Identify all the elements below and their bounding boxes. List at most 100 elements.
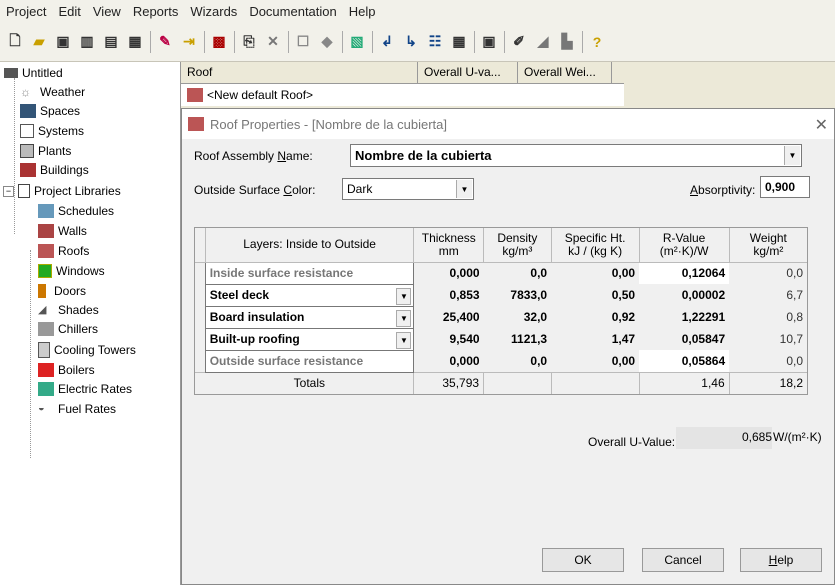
chevron-down-icon[interactable]: ▼ — [396, 331, 412, 349]
tree-item-spaces[interactable]: Spaces — [20, 104, 80, 118]
help-question-icon[interactable]: ? — [588, 33, 606, 51]
wizard-icon[interactable]: ✎ — [156, 33, 174, 51]
r-value-cell[interactable]: 0,05864 — [639, 350, 730, 372]
menu-reports[interactable]: Reports — [127, 4, 185, 19]
weight-cell: 0,8 — [786, 310, 803, 324]
fuel-rates-icon: ◒ — [38, 402, 45, 414]
list-header: Roof Overall U-va... Overall Wei... — [181, 62, 624, 84]
dialog-title: Roof Properties - [Nombre de la cubierta… — [210, 116, 447, 132]
delete-icon[interactable]: ✕ — [264, 33, 282, 51]
properties-icon[interactable]: ☐ — [294, 33, 312, 51]
save-icon[interactable]: ▣ — [54, 33, 72, 51]
layer-select[interactable]: Steel deck ▼ — [204, 283, 415, 307]
menu-view[interactable]: View — [87, 4, 127, 19]
new-file-icon[interactable]: 🗋 — [6, 32, 24, 51]
toolbar-separator — [372, 30, 373, 53]
tree-item-weather[interactable]: ☼ Weather — [20, 85, 85, 99]
density-cell: 1121,3 — [511, 332, 548, 346]
assembly-name-combo[interactable]: Nombre de la cubierta ▼ — [350, 144, 802, 167]
tree-root[interactable]: Untitled — [4, 66, 63, 80]
thickness-cell[interactable]: 0,853 — [414, 284, 484, 306]
edit-report-icon[interactable]: ✐ — [510, 33, 528, 51]
diamond-icon[interactable]: ◆ — [318, 33, 336, 51]
print-icon[interactable]: ▤ — [102, 33, 120, 51]
surface-color-select[interactable]: Dark ▼ — [342, 178, 474, 200]
column-header-weight[interactable]: Overall Wei... — [518, 62, 612, 83]
save-all-icon[interactable]: ▦ — [126, 33, 144, 51]
dialog-titlebar: Roof Properties - [Nombre de la cubierta… — [182, 109, 834, 139]
column-header-roof[interactable]: Roof — [181, 62, 418, 83]
toolbar-separator — [474, 30, 475, 53]
tree-item-buildings[interactable]: Buildings — [20, 163, 89, 177]
import-icon[interactable]: ⇥ — [180, 33, 198, 51]
tree-item-label: Roofs — [58, 244, 90, 258]
spaces-wizard-icon[interactable]: ▧ — [348, 33, 366, 51]
absorptivity-input[interactable]: 0,900 — [760, 176, 810, 198]
layer-select[interactable]: Board insulation ▼ — [204, 305, 415, 329]
tree-lib-doors[interactable]: Doors — [38, 284, 86, 298]
menu-documentation[interactable]: Documentation — [243, 4, 342, 19]
overall-u-value: 0,685 — [676, 427, 772, 449]
menu-wizards[interactable]: Wizards — [184, 4, 243, 19]
layer-name: Built-up roofing — [209, 332, 300, 346]
close-icon[interactable]: ✕ — [815, 115, 828, 135]
tree-root-label: Untitled — [22, 66, 63, 80]
tree-lib-fuel-rates[interactable]: ◒ Fuel Rates — [38, 402, 116, 416]
open-folder-icon[interactable]: ▰ — [30, 33, 48, 51]
layer-select[interactable]: Built-up roofing ▼ — [204, 327, 415, 351]
tree-item-label: Walls — [58, 224, 87, 238]
chevron-down-icon[interactable]: ▼ — [396, 287, 412, 305]
chart-icon[interactable]: ◢ — [534, 33, 552, 51]
tree-lib-chillers[interactable]: Chillers — [38, 322, 98, 336]
bar-chart-icon[interactable]: ▙ — [558, 33, 576, 51]
library-icon[interactable]: ▥ — [78, 33, 96, 51]
thickness-cell[interactable]: 25,400 — [414, 306, 484, 328]
tree-item-label: Windows — [56, 264, 105, 278]
column-header-u-value[interactable]: Overall U-va... — [418, 62, 518, 83]
tree-lib-schedules[interactable]: Schedules — [38, 204, 114, 218]
chevron-down-icon[interactable]: ▼ — [396, 309, 412, 327]
specific-heat-cell: 1,47 — [611, 332, 636, 346]
tree-item-project-libraries[interactable]: − Project Libraries — [3, 184, 121, 198]
overall-u-value-label: Overall U-Value: — [588, 435, 676, 449]
copy-icon[interactable]: ⎘ — [240, 33, 258, 51]
chevron-down-icon[interactable]: ▼ — [784, 146, 800, 165]
cooling-towers-icon — [38, 342, 50, 358]
cancel-button[interactable]: Cancel — [642, 548, 724, 572]
tree-lib-electric-rates[interactable]: Electric Rates — [38, 382, 132, 396]
tree-lib-boilers[interactable]: Boilers — [38, 363, 95, 377]
tree-lib-shades[interactable]: ◢ Shades — [38, 303, 99, 317]
weight-cell: 0,0 — [786, 266, 803, 281]
toolbar-separator — [504, 30, 505, 53]
calculator-icon[interactable]: ▣ — [480, 33, 498, 51]
tree-item-systems[interactable]: Systems — [20, 124, 84, 138]
header-r-value: R-Value (m²·K)/W — [639, 228, 730, 263]
thickness-cell[interactable]: 9,540 — [414, 328, 484, 350]
menu-edit[interactable]: Edit — [52, 4, 86, 19]
assign-icon[interactable]: ↲ — [378, 33, 396, 51]
chevron-down-icon[interactable]: ▼ — [456, 180, 472, 198]
list-item[interactable]: <New default Roof> — [181, 84, 624, 106]
totals-thickness: 35,793 — [413, 372, 485, 394]
main-pane: Roof Overall U-va... Overall Wei... <New… — [181, 62, 835, 585]
library-icon — [18, 184, 30, 198]
doors-icon — [38, 284, 46, 298]
help-button[interactable]: Help — [740, 548, 822, 572]
tree-lib-cooling-towers[interactable]: Cooling Towers — [38, 342, 136, 358]
list-icon[interactable]: ☷ — [426, 33, 444, 51]
r-value-cell[interactable]: 0,12064 — [639, 262, 730, 284]
tree-connector — [14, 78, 15, 234]
chillers-icon — [38, 322, 54, 336]
tree-lib-windows[interactable]: Windows — [38, 264, 105, 278]
table-icon[interactable]: ▦ — [450, 33, 468, 51]
assign-multiple-icon[interactable]: ↳ — [402, 33, 420, 51]
tree-lib-roofs[interactable]: Roofs — [38, 244, 89, 258]
collapse-toggle-icon[interactable]: − — [3, 185, 14, 197]
menu-project[interactable]: Project — [0, 4, 52, 19]
building-icon[interactable]: ▩ — [210, 33, 228, 51]
ok-button[interactable]: OK — [542, 548, 624, 572]
menu-help[interactable]: Help — [343, 4, 382, 19]
tree-item-plants[interactable]: Plants — [20, 144, 71, 158]
assembly-name-label: Roof Assembly Name: — [194, 149, 313, 163]
tree-lib-walls[interactable]: Walls — [38, 224, 87, 238]
